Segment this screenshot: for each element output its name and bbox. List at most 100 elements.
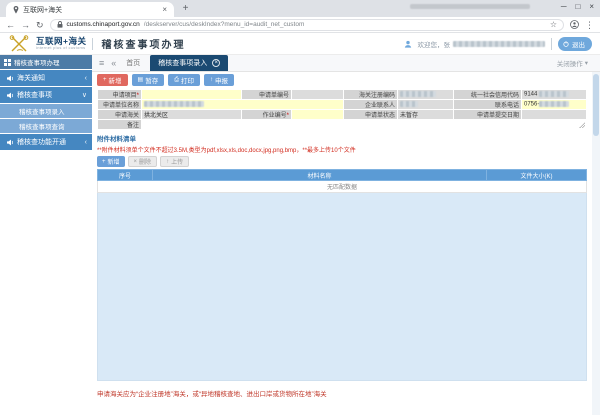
content-scrollbar[interactable] (592, 72, 600, 415)
sidebar-item-audit-entry[interactable]: 稽核查事项录入 (0, 104, 92, 118)
new-tab-button[interactable]: + (179, 3, 192, 16)
label-company-name: 申请单位名称 (98, 100, 142, 110)
bookmark-star-icon[interactable]: ☆ (550, 20, 557, 29)
page-title: 稽核查事项办理 (101, 36, 185, 51)
hamburger-icon[interactable]: ≡ (99, 58, 104, 68)
credit-code-field: 9144 (522, 90, 587, 100)
company-name-input[interactable] (142, 100, 344, 110)
header-divider-2 (551, 38, 552, 50)
label-remark: 备注 (98, 120, 142, 130)
phone-input[interactable]: 0756- (522, 100, 587, 110)
inner-tabstrip: ≡ « 首页 稽核查事项录入 × 关闭操作 ▾ (92, 55, 600, 72)
sidebar-item-audit-matters[interactable]: 稽核查事项 ∨ (0, 87, 92, 103)
status-field: 未暂存 (398, 110, 454, 120)
browser-tab[interactable]: 互联网+海关 × (6, 2, 174, 17)
reload-icon[interactable]: ↻ (36, 20, 44, 30)
scrollbar-thumb[interactable] (593, 74, 599, 136)
megaphone-icon (7, 92, 14, 99)
plus-icon: + (102, 159, 106, 165)
attachment-delete-button[interactable]: × 删除 (128, 156, 158, 167)
attachment-note: **附件材料须单个文件不超过3.5M,类型为pdf,xlsx,xls,doc,d… (97, 145, 587, 154)
browser-tab-title: 互联网+海关 (23, 5, 158, 15)
empty-data-row: 无匹配数据 (98, 181, 587, 193)
tab-close-icon[interactable]: × (162, 6, 167, 14)
application-form: 申请项目* 申请单编号 海关注册编码 统一社会信用代码 9144 申请单位名称 … (97, 89, 587, 130)
column-header-name: 材料名称 (153, 170, 487, 181)
header-divider (92, 38, 93, 50)
attachment-add-button[interactable]: + 新增 (97, 156, 125, 167)
column-header-no: 序号 (98, 170, 153, 181)
redacted-area (410, 4, 530, 9)
welcome-text: 欢迎您，张 (418, 39, 546, 49)
pin-icon (13, 6, 19, 14)
caret-down-icon: ▾ (585, 59, 588, 67)
label-apply-no: 申请单编号 (242, 90, 292, 100)
maximize-button[interactable]: □ (575, 2, 580, 12)
delete-icon: × (134, 159, 138, 165)
address-bar[interactable]: customs.chinaport.gov.cn /deskserver/cus… (50, 19, 564, 31)
apply-no-field (292, 90, 344, 100)
job-no-input[interactable] (292, 110, 344, 120)
tab-audit-entry-active[interactable]: 稽核查事项录入 × (150, 55, 228, 71)
plus-icon: + (103, 77, 107, 84)
declare-button[interactable]: ↑ 申报 (204, 74, 234, 86)
sidebar-item-customs-notice[interactable]: 海关通知 ‹ (0, 70, 92, 86)
brand-block: 互联网+海关 internet plus of customs (36, 37, 86, 51)
browser-urlbar: ← → ↻ customs.chinaport.gov.cn /deskserv… (0, 17, 600, 33)
label-apply-customs: 申请海关 (98, 110, 142, 120)
reg-code-field (398, 90, 454, 100)
label-contact: 企业联系人 (344, 100, 398, 110)
logout-button[interactable]: 退出 (558, 37, 592, 51)
back-icon[interactable]: ← (6, 20, 15, 30)
lock-icon (57, 21, 63, 28)
footer-warning-text: 申请海关应为“企业注册地”海关，或“异地稽核查地、进出口岸或货物所在地”海关 (97, 388, 600, 398)
tab-close-icon[interactable]: × (212, 59, 220, 67)
submit-date-field (522, 110, 587, 120)
label-status: 申请单状态 (344, 110, 398, 120)
sidebar-item-audit-activation[interactable]: 稽核查功能开通 ‹ (0, 134, 92, 150)
label-job-no: 作业编号* (242, 110, 292, 120)
tab-home[interactable]: 首页 (123, 58, 143, 68)
browser-tabbar: 互联网+海关 × + ─ □ × (0, 0, 600, 17)
content-area: ≡ « 首页 稽核查事项录入 × 关闭操作 ▾ + 新增 ▤ (92, 55, 600, 415)
attachment-upload-button[interactable]: ↑ 上传 (160, 156, 189, 167)
megaphone-icon (7, 75, 14, 82)
forward-icon[interactable]: → (21, 20, 30, 30)
customs-logo-icon (8, 35, 30, 53)
label-apply-item: 申请项目* (98, 90, 142, 100)
add-button[interactable]: + 新增 (97, 74, 128, 86)
print-button[interactable]: ⎙ 打印 (168, 74, 200, 86)
chevron-collapsed-icon: ‹ (85, 139, 87, 146)
save-draft-button[interactable]: ▤ 暂存 (132, 74, 165, 86)
label-reg-code: 海关注册编码 (344, 90, 398, 100)
resize-handle-icon[interactable] (579, 122, 585, 128)
grid-icon (4, 59, 11, 66)
contact-field (398, 100, 454, 110)
browser-menu-icon[interactable]: ⋮ (585, 20, 594, 30)
print-icon: ⎙ (174, 77, 179, 84)
remark-textarea[interactable] (142, 120, 587, 130)
apply-customs-field: 拱北关区 (142, 110, 242, 120)
site-header: 互联网+海关 internet plus of customs 稽核查事项办理 … (0, 33, 600, 55)
profile-avatar-icon[interactable] (570, 20, 579, 29)
attachment-panel-body (97, 193, 587, 381)
save-icon: ▤ (138, 77, 144, 84)
megaphone-icon (7, 139, 14, 146)
minimize-button[interactable]: ─ (561, 2, 567, 12)
attachment-title: 附件材料清单 (97, 133, 587, 143)
form-toolbar: + 新增 ▤ 暂存 ⎙ 打印 ↑ 申报 (92, 72, 600, 88)
brand-title: 互联网+海关 (36, 37, 86, 46)
sidebar-item-audit-query[interactable]: 稽核查事项查询 (0, 119, 92, 133)
tab-scroll-left-icon[interactable]: « (111, 58, 116, 68)
browser-window: 互联网+海关 × + ─ □ × ← → ↻ customs.chinaport… (0, 0, 600, 415)
sidebar-title: 稽核查事项办理 (0, 55, 92, 69)
window-close-button[interactable]: × (589, 2, 594, 12)
chevron-collapsed-icon: ‹ (85, 75, 87, 82)
close-operations-dropdown[interactable]: 关闭操作 ▾ (557, 58, 588, 68)
sidebar: 稽核查事项办理 海关通知 ‹ 稽核查事项 ∨ 稽核查事项录入 稽核查事项查询 (0, 55, 92, 415)
label-submit-date: 申请单提交日期 (454, 110, 522, 120)
redacted-username (453, 41, 545, 47)
url-host: customs.chinaport.gov.cn (67, 21, 140, 28)
apply-item-input[interactable] (142, 90, 242, 100)
upload-arrow-icon: ↑ (210, 77, 213, 84)
